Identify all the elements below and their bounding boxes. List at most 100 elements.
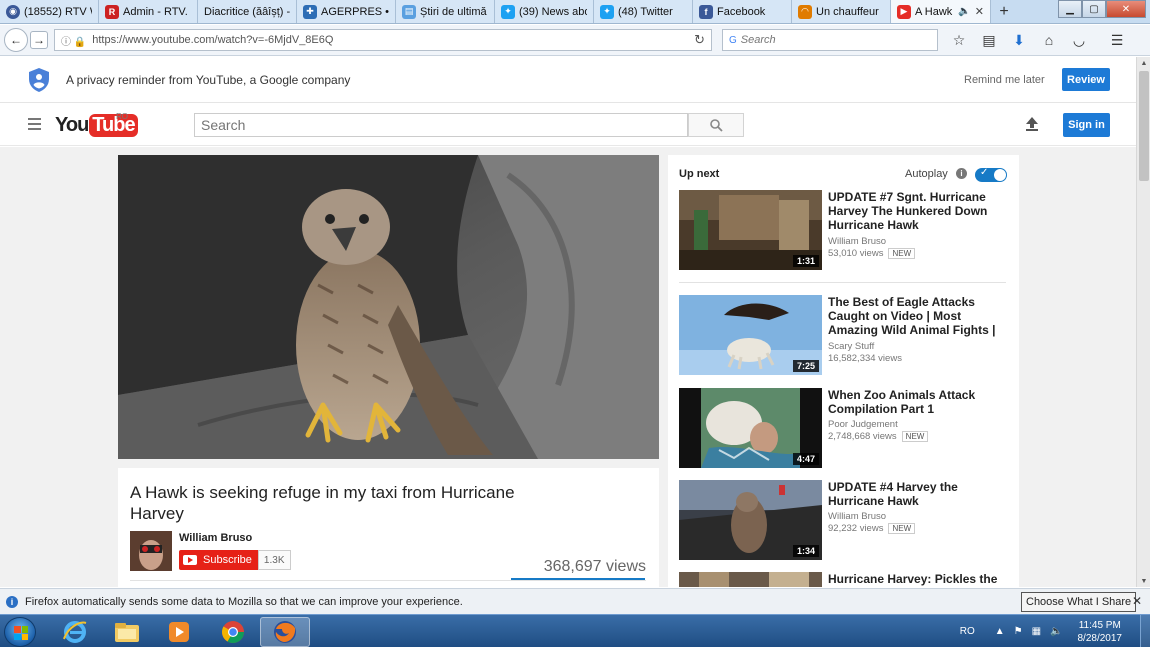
network-icon[interactable]: ▦ — [1032, 626, 1041, 637]
list-item[interactable]: 1:34 UPDATE #4 Harvey the Hurricane Hawk… — [679, 480, 1009, 562]
system-clock[interactable]: 11:45 PM 8/28/2017 — [1078, 619, 1123, 645]
file-explorer-icon[interactable] — [102, 617, 152, 647]
remind-me-later-link[interactable]: Remind me later — [964, 74, 1045, 86]
volume-icon[interactable]: 🔈 — [1050, 626, 1062, 637]
action-center-flag-icon[interactable]: ⚑ — [1014, 626, 1023, 637]
video-player[interactable] — [118, 155, 659, 459]
close-icon[interactable]: ✕ — [1132, 594, 1142, 608]
info-icon[interactable]: i — [956, 168, 967, 179]
download-icon[interactable]: ⬇ — [1010, 31, 1028, 49]
avatar-image — [130, 531, 172, 571]
youtube-search-box[interactable] — [194, 113, 688, 137]
review-button[interactable]: Review — [1062, 68, 1110, 91]
video-item-title[interactable]: Hurricane Harvey: Pickles the — [828, 572, 1010, 586]
sign-in-button[interactable]: Sign in — [1063, 113, 1110, 137]
upload-icon[interactable] — [1024, 116, 1040, 132]
privacy-reminder-bar: A privacy reminder from YouTube, a Googl… — [0, 57, 1136, 103]
language-indicator[interactable]: RO — [960, 626, 975, 637]
video-item-channel: William Bruso — [828, 236, 887, 247]
menu-icon[interactable]: ☰ — [1108, 31, 1126, 49]
scroll-down-arrow[interactable]: ▼ — [1137, 575, 1150, 587]
video-thumbnail[interactable]: 4:47 — [679, 388, 822, 468]
library-icon[interactable]: ▤ — [980, 31, 998, 49]
reload-icon[interactable]: ↻ — [694, 32, 705, 48]
close-tab-icon[interactable]: ✕ — [975, 5, 984, 18]
tab-label: (39) News abo — [519, 5, 587, 18]
browser-tab-active[interactable]: ▶ A Hawk 🔈 ✕ — [891, 0, 991, 23]
scroll-thumb[interactable] — [1139, 71, 1149, 181]
youtube-logo[interactable]: You Tube RO — [55, 112, 138, 137]
clock-time: 11:45 PM — [1078, 619, 1121, 631]
browser-tab[interactable]: ◠ Un chauffeur — [792, 0, 891, 23]
url-input[interactable] — [92, 34, 695, 46]
list-item[interactable]: Hurricane Harvey: Pickles the — [679, 572, 1009, 587]
video-item-meta: 53,010 views NEW — [828, 248, 916, 259]
subscribe-button[interactable]: Subscribe — [179, 550, 258, 570]
guide-menu-icon[interactable] — [28, 118, 41, 130]
tab-label: Știri de ultimă — [420, 5, 487, 18]
list-item[interactable]: 7:25 The Best of Eagle Attacks Caught on… — [679, 295, 1009, 377]
browser-tab[interactable]: ✚ AGERPRES • A — [297, 0, 396, 23]
video-duration: 4:47 — [792, 453, 819, 465]
firefox-icon[interactable] — [260, 617, 310, 647]
scroll-up-arrow[interactable]: ▲ — [1137, 57, 1150, 69]
home-icon[interactable]: ⌂ — [1040, 31, 1058, 49]
minimize-button[interactable]: ▁ — [1058, 0, 1082, 18]
list-item[interactable]: 1:31 UPDATE #7 Sgnt. Hurricane Harvey Th… — [679, 190, 1009, 272]
speaker-icon[interactable]: 🔈 — [958, 6, 970, 17]
video-item-title[interactable]: UPDATE #4 Harvey the Hurricane Hawk — [828, 480, 1010, 508]
video-thumbnail[interactable]: 1:34 — [679, 480, 822, 560]
bookmark-star-icon[interactable]: ☆ — [950, 31, 968, 49]
info-lock-icon[interactable]: ⓘ 🔒 — [61, 33, 86, 48]
tab-label: (48) Twitter — [618, 5, 673, 18]
view-count: 368,697 views — [543, 558, 646, 575]
autoplay-toggle[interactable]: ✓ — [975, 167, 1007, 182]
channel-name[interactable]: William Bruso — [179, 532, 252, 544]
media-player-icon[interactable] — [154, 617, 204, 647]
page-icon: ▤ — [402, 4, 416, 19]
video-item-title[interactable]: The Best of Eagle Attacks Caught on Vide… — [828, 295, 1010, 337]
window-controls: ▁ ▢ ✕ — [1058, 0, 1146, 18]
back-button[interactable]: ← — [4, 28, 28, 52]
tab-label: AGERPRES • A — [321, 5, 389, 18]
browser-search-input[interactable] — [740, 34, 931, 46]
firefox-notification-bar: i Firefox automatically sends some data … — [0, 588, 1150, 614]
start-button[interactable] — [4, 617, 36, 647]
tab-label: A Hawk — [915, 5, 953, 18]
video-thumbnail[interactable]: 7:25 — [679, 295, 822, 375]
list-item[interactable]: 4:47 When Zoo Animals Attack Compilation… — [679, 388, 1009, 470]
close-window-button[interactable]: ✕ — [1106, 0, 1146, 18]
browser-tab[interactable]: ◉ (18552) RTV W — [0, 0, 99, 23]
browser-tab[interactable]: ▤ Știri de ultimă — [396, 0, 495, 23]
pocket-icon[interactable]: ◡ — [1070, 31, 1088, 49]
hawk-video-frame — [118, 155, 659, 459]
video-item-views: 53,010 views — [828, 248, 884, 259]
video-thumbnail[interactable]: 1:31 — [679, 190, 822, 270]
windows-logo-icon — [14, 626, 28, 640]
page-scrollbar[interactable]: ▲ ▼ — [1136, 57, 1150, 587]
video-item-title[interactable]: When Zoo Animals Attack Compilation Part… — [828, 388, 1010, 416]
new-tab-button[interactable]: + — [991, 0, 1017, 23]
browser-tab[interactable]: ✦ (48) Twitter — [594, 0, 693, 23]
browser-tab[interactable]: R Admin - RTV. — [99, 0, 198, 23]
forward-button[interactable]: → — [30, 31, 48, 49]
browser-tab[interactable]: f Facebook — [693, 0, 792, 23]
show-desktop-button[interactable] — [1140, 615, 1150, 647]
maximize-button[interactable]: ▢ — [1082, 0, 1106, 18]
choose-what-i-share-button[interactable]: Choose What I Share — [1021, 592, 1137, 612]
youtube-search-input[interactable] — [201, 117, 687, 133]
divider — [679, 282, 1006, 283]
tray-expand-icon[interactable]: ▲ — [995, 626, 1005, 637]
url-bar[interactable]: ⓘ 🔒 ↻ — [54, 29, 712, 51]
channel-avatar[interactable] — [130, 531, 172, 571]
video-thumbnail[interactable] — [679, 572, 822, 587]
internet-explorer-icon[interactable] — [50, 617, 100, 647]
browser-tab[interactable]: Diacritice (ăâîșț) - — [198, 0, 297, 23]
youtube-search-button[interactable] — [688, 113, 744, 137]
chrome-icon[interactable] — [208, 617, 258, 647]
browser-tab[interactable]: ✦ (39) News abo — [495, 0, 594, 23]
browser-search-box[interactable]: G — [722, 29, 938, 51]
region-code: RO — [116, 112, 128, 121]
video-item-title[interactable]: UPDATE #7 Sgnt. Hurricane Harvey The Hun… — [828, 190, 1010, 232]
rtv-icon: R — [105, 4, 119, 19]
